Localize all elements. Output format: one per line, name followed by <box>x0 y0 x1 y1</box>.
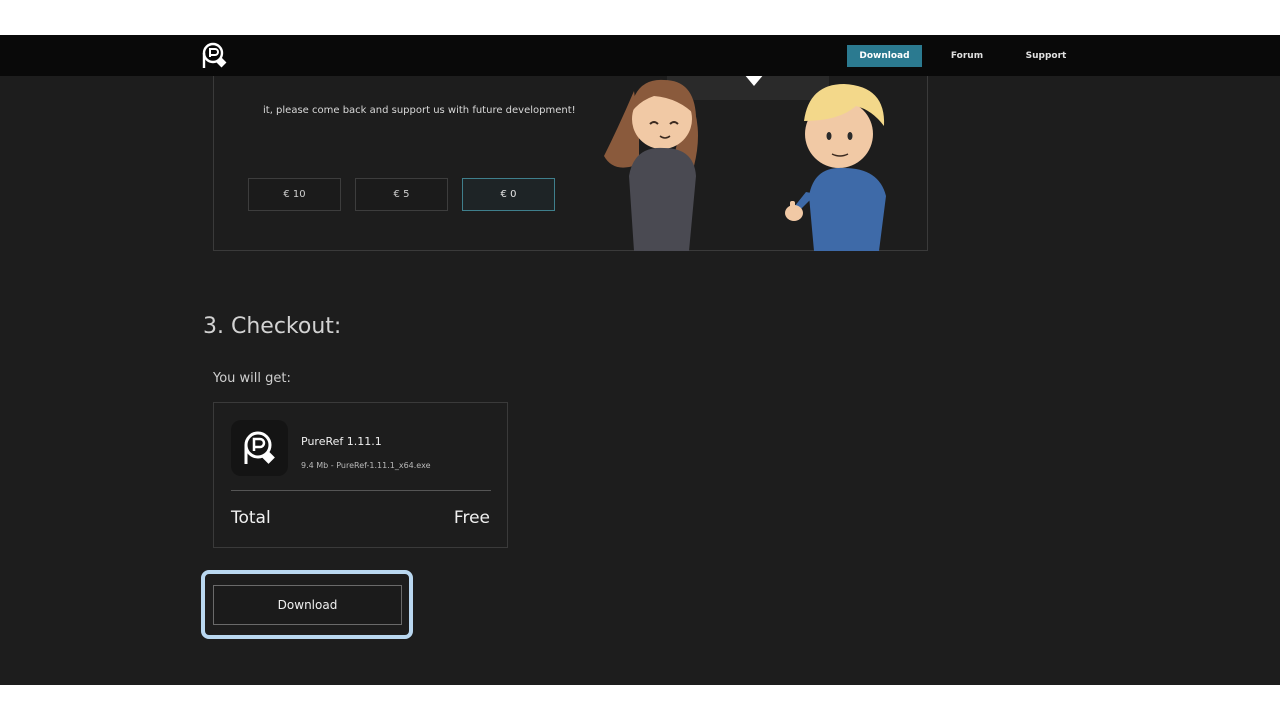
total-value: Free <box>453 508 490 528</box>
nav-download-button[interactable]: Download <box>847 45 922 67</box>
product-name: PureRef 1.11.1 <box>301 435 382 448</box>
price-option-0[interactable]: € 0 <box>462 178 555 211</box>
nav-forum-link[interactable]: Forum <box>940 45 994 67</box>
price-option-10[interactable]: € 10 <box>248 178 341 211</box>
you-will-get-label: You will get: <box>213 371 291 386</box>
card-divider <box>231 490 491 491</box>
nav-support-link[interactable]: Support <box>1018 45 1074 67</box>
product-file-info: 9.4 Mb - PureRef-1.11.1_x64.exe <box>301 461 431 470</box>
checkout-title: 3. Checkout: <box>203 314 342 339</box>
donation-text: it, please come back and support us with… <box>263 105 576 116</box>
navbar: Download Forum Support <box>0 35 1280 76</box>
price-option-5[interactable]: € 5 <box>355 178 448 211</box>
page-viewport: Download Forum Support it, please come b… <box>0 35 1280 685</box>
pureref-logo-icon[interactable] <box>200 41 230 71</box>
product-card: PureRef 1.11.1 9.4 Mb - PureRef-1.11.1_x… <box>213 402 508 548</box>
pureref-app-icon <box>244 431 275 464</box>
download-button[interactable]: Download <box>213 585 402 625</box>
total-label: Total <box>231 508 271 528</box>
product-icon-box <box>231 420 288 476</box>
